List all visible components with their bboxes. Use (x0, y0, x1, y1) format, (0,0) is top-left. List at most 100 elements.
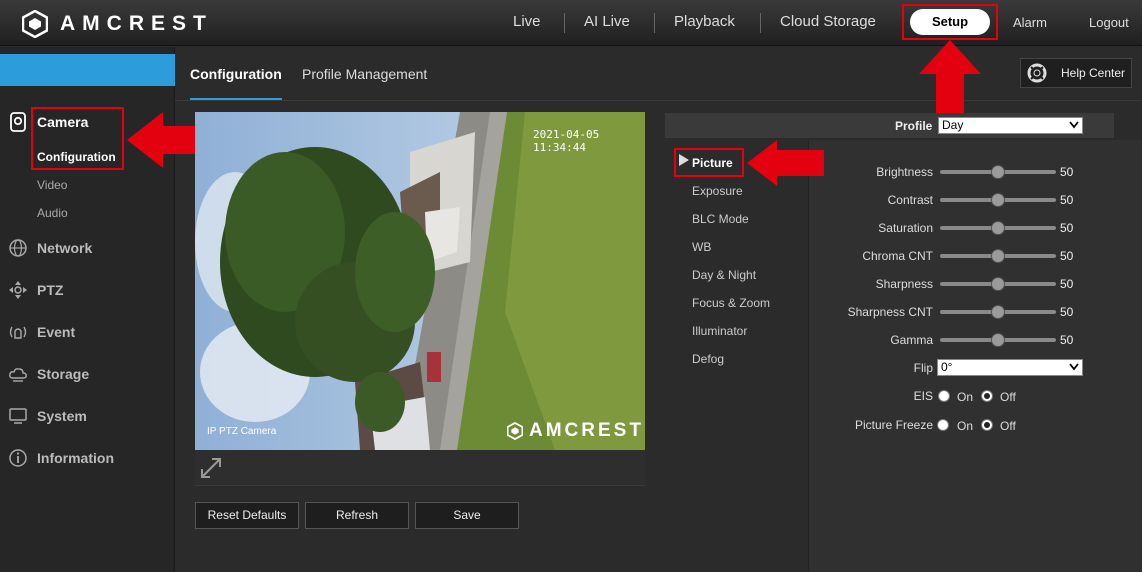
picture-settings-pane (808, 140, 1142, 572)
eis-off-radio[interactable] (981, 390, 993, 402)
sidebar-item-event[interactable]: Event (0, 316, 175, 348)
sidebar-item-label: PTZ (37, 282, 64, 298)
profile-label: Profile (895, 119, 933, 133)
sidebar-item-label: Event (37, 324, 76, 340)
help-center-label: Help Center (1061, 66, 1126, 80)
nav-logout[interactable]: Logout (1089, 15, 1129, 30)
nav-playback[interactable]: Playback (674, 13, 735, 30)
save-button[interactable]: Save (415, 502, 519, 529)
slider-value: 50 (1060, 249, 1074, 263)
slider-thumb[interactable] (991, 277, 1005, 291)
eis-off-label: Off (1000, 390, 1016, 404)
sidebar-item-label: System (37, 408, 87, 424)
sidebar-sub-video[interactable]: Video (37, 178, 67, 192)
live-video-view[interactable]: 2021-04-05 11:34:44 IP PTZ Camera AMCRES… (195, 112, 645, 450)
sidebar-item-label: Storage (37, 366, 90, 382)
red-arrow-up-icon (919, 40, 981, 118)
menu-item-blc-mode[interactable]: BLC Mode (692, 212, 749, 226)
flip-selected-value: 0° (941, 360, 953, 374)
picture-freeze-off-label: Off (1000, 419, 1016, 433)
slider-label: Gamma (890, 333, 933, 347)
nav-separator (760, 13, 761, 33)
video-frame-image (195, 112, 645, 450)
video-toolbar (195, 450, 645, 486)
slider-label: Sharpness CNT (847, 305, 933, 319)
lifebuoy-icon (1027, 63, 1047, 83)
event-icon (9, 326, 27, 339)
tab-configuration[interactable]: Configuration (190, 66, 282, 82)
setup-highlight-box (902, 4, 998, 40)
video-watermark-text: AMCREST (529, 420, 644, 441)
slider-label: Chroma CNT (862, 249, 933, 263)
tab-active-indicator (190, 98, 282, 100)
eis-on-radio[interactable] (938, 390, 950, 402)
slider-label: Sharpness (875, 277, 933, 291)
profile-select[interactable]: Day (938, 117, 1083, 134)
flip-select[interactable]: 0° (937, 359, 1083, 376)
menu-item-wb[interactable]: WB (692, 240, 711, 254)
slider-thumb[interactable] (991, 221, 1005, 235)
slider-thumb[interactable] (991, 305, 1005, 319)
picture-freeze-on-radio[interactable] (937, 419, 949, 431)
camera-icon (10, 112, 26, 132)
menu-item-exposure[interactable]: Exposure (692, 184, 743, 198)
menu-item-focus-zoom[interactable]: Focus & Zoom (692, 296, 770, 310)
eis-label: EIS (913, 389, 933, 403)
info-icon (9, 449, 27, 467)
slider-label: Contrast (887, 193, 933, 207)
nav-live[interactable]: Live (513, 13, 541, 30)
nav-alarm[interactable]: Alarm (1013, 15, 1047, 30)
chevron-down-icon (1069, 363, 1079, 371)
refresh-button[interactable]: Refresh (305, 502, 409, 529)
camera-highlight-box (31, 107, 124, 170)
sidebar-active-background (0, 54, 175, 86)
nav-ai-live[interactable]: AI Live (584, 13, 630, 30)
sidebar-item-label: Network (37, 240, 93, 256)
flip-label: Flip (913, 361, 933, 375)
slider-value: 50 (1060, 165, 1074, 179)
monitor-icon (9, 408, 27, 424)
slider-value: 50 (1060, 277, 1074, 291)
amcrest-logo-icon (22, 10, 48, 38)
nav-separator (564, 13, 565, 33)
reset-defaults-button[interactable]: Reset Defaults (195, 502, 299, 529)
picture-freeze-off-radio[interactable] (981, 419, 993, 431)
sidebar-item-network[interactable]: Network (0, 232, 175, 264)
cloud-storage-icon (9, 368, 27, 382)
amcrest-logo: AMCREST (22, 10, 213, 38)
video-watermark: AMCREST (507, 420, 644, 442)
slider-thumb[interactable] (991, 193, 1005, 207)
tabs-divider (175, 100, 1142, 101)
sidebar-item-storage[interactable]: Storage (0, 358, 175, 390)
globe-icon (9, 239, 27, 257)
profile-selected-value: Day (942, 118, 964, 132)
brand-name: AMCREST (60, 12, 213, 35)
menu-item-illuminator[interactable]: Illuminator (692, 324, 747, 338)
nav-cloud-storage[interactable]: Cloud Storage (780, 13, 876, 30)
nav-separator (654, 13, 655, 33)
slider-label: Saturation (878, 221, 933, 235)
slider-value: 50 (1060, 305, 1074, 319)
menu-item-defog[interactable]: Defog (692, 352, 724, 366)
slider-label: Brightness (876, 165, 933, 179)
help-center-button[interactable]: Help Center (1020, 58, 1132, 88)
sidebar-item-label: Information (37, 450, 114, 466)
slider-thumb[interactable] (991, 249, 1005, 263)
amcrest-watermark-icon (507, 422, 523, 440)
sidebar-item-information[interactable]: Information (0, 442, 175, 474)
sidebar-sub-audio[interactable]: Audio (37, 206, 68, 220)
tab-profile-management[interactable]: Profile Management (302, 66, 427, 82)
sidebar-item-ptz[interactable]: PTZ (0, 274, 175, 306)
picture-highlight-box (674, 148, 744, 177)
sidebar-item-system[interactable]: System (0, 400, 175, 432)
slider-thumb[interactable] (991, 333, 1005, 347)
slider-value: 50 (1060, 333, 1074, 347)
picture-freeze-on-label: On (957, 419, 974, 433)
fullscreen-icon[interactable] (199, 456, 223, 480)
slider-value: 50 (1060, 193, 1074, 207)
slider-value: 50 (1060, 221, 1074, 235)
slider-thumb[interactable] (991, 165, 1005, 179)
video-timestamp: 2021-04-05 11:34:44 (533, 128, 600, 154)
red-arrow-left-icon (747, 140, 824, 186)
menu-item-day-night[interactable]: Day & Night (692, 268, 756, 282)
